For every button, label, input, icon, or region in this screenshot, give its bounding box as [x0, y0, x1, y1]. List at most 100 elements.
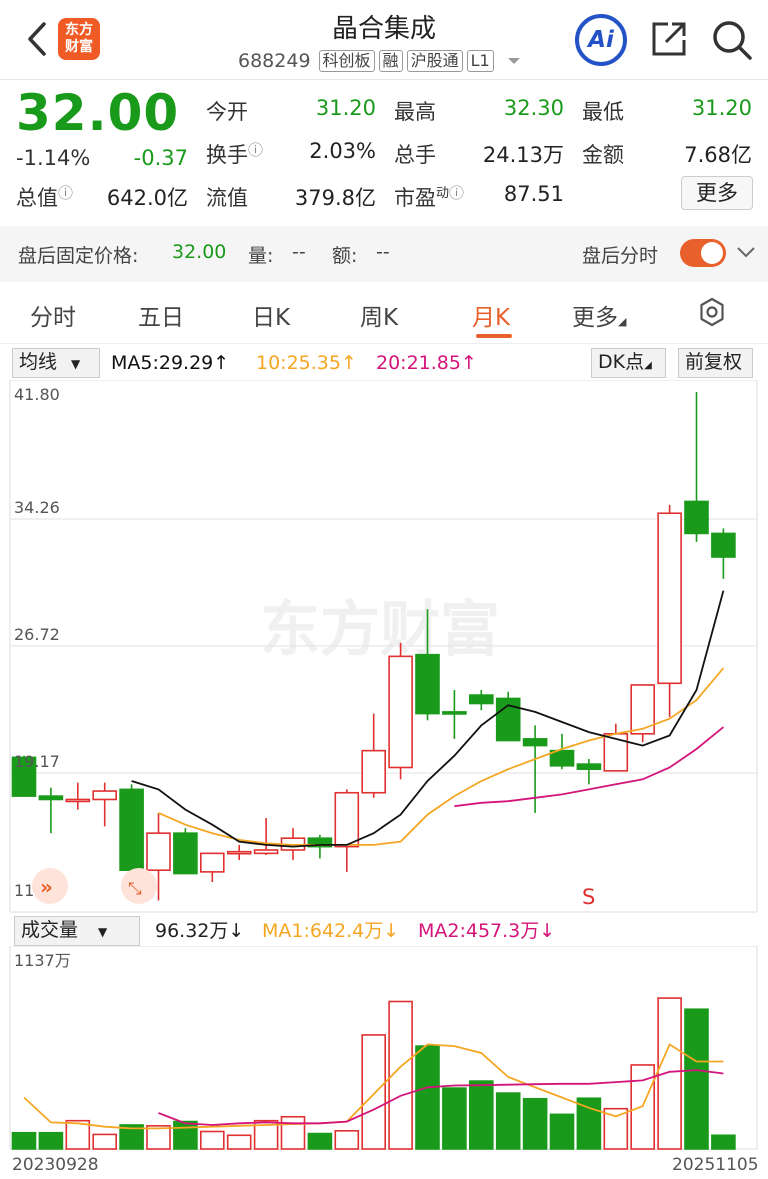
candle[interactable] [576, 759, 602, 785]
volume-bar[interactable] [684, 1008, 709, 1150]
resize-arrows-icon[interactable]: ⤡ [121, 868, 157, 904]
expand-arrows-icon[interactable]: » [32, 868, 68, 904]
candle[interactable] [630, 684, 656, 743]
candle[interactable] [334, 789, 360, 872]
volume-selector[interactable]: 成交量 ▼ [14, 916, 140, 946]
candle[interactable] [253, 817, 279, 856]
ai-button[interactable]: Ai [575, 14, 627, 66]
volume-bar[interactable] [415, 1045, 440, 1150]
candle[interactable] [657, 504, 682, 717]
volume-bar[interactable] [307, 1132, 333, 1150]
candle[interactable] [92, 782, 117, 827]
float-label: 流值 [206, 186, 248, 210]
amount-value: 7.68亿 [684, 143, 752, 167]
more-quote-button[interactable]: 更多 [681, 176, 753, 210]
info-icon[interactable]: ⓘ [449, 184, 464, 202]
volume-bar[interactable] [92, 1133, 117, 1150]
tab-five-day[interactable]: 五日 [138, 298, 184, 332]
after-volume-label: 量: [248, 245, 274, 267]
tag-margin: 融 [378, 50, 403, 72]
turnover-label: 换手ⓘ [206, 141, 264, 167]
candle[interactable] [173, 828, 198, 875]
fixed-price-label: 盘后固定价格: [18, 245, 139, 267]
candle[interactable] [522, 725, 548, 813]
adjust-button[interactable]: 前复权 [678, 348, 753, 378]
x-end-label: 20251105 [672, 1155, 759, 1175]
ma-selector[interactable]: 均线 ▼ [12, 348, 100, 378]
candle[interactable] [65, 782, 91, 810]
candle[interactable] [119, 784, 144, 871]
tag-star-market: 科创板 [318, 50, 375, 72]
change-percent: -1.14% [16, 146, 91, 170]
x-start-label: 20230928 [12, 1155, 99, 1175]
price-tick-label: 34.26 [14, 498, 60, 517]
volume-bar[interactable] [146, 1125, 171, 1150]
candle[interactable] [388, 642, 413, 780]
candle[interactable] [226, 844, 252, 861]
open-label: 今开 [206, 100, 248, 124]
info-icon[interactable]: ⓘ [248, 141, 263, 159]
share-icon[interactable] [648, 18, 690, 64]
volume-bar[interactable] [11, 1131, 37, 1150]
low-label: 最低 [582, 100, 624, 124]
tab-daily-k[interactable]: 日K [252, 298, 290, 332]
candle[interactable] [361, 713, 387, 798]
volume-bar[interactable] [361, 1034, 387, 1150]
candle[interactable] [495, 691, 521, 742]
volume-bar[interactable] [173, 1120, 198, 1150]
volume-bar[interactable] [468, 1080, 494, 1150]
candle[interactable] [603, 723, 629, 772]
candle[interactable] [442, 690, 467, 739]
chevron-down-icon[interactable] [506, 50, 522, 72]
volume-ma1-legend: MA1:642.4万↓ [262, 920, 400, 942]
open-value: 31.20 [315, 96, 376, 120]
volume-ma2-legend: MA2:457.3万↓ [418, 920, 556, 942]
volume-bar[interactable] [226, 1134, 252, 1150]
candle[interactable] [200, 852, 225, 882]
after-hours-bar: 盘后固定价格: 32.00 量: -- 额: -- 盘后分时 [0, 226, 768, 282]
sell-marker: S [582, 885, 595, 909]
chevron-down-icon[interactable] [736, 244, 756, 263]
candle[interactable] [38, 787, 64, 834]
tab-intraday[interactable]: 分时 [30, 298, 76, 332]
candlestick-chart[interactable]: 东方财富 41.8034.2626.7219.1711.63 » ⤡ S [0, 380, 768, 914]
search-icon[interactable] [710, 18, 754, 66]
total-value-label: 总值ⓘ [16, 184, 74, 210]
volume-bar[interactable] [442, 1087, 467, 1150]
price-tick-label: 41.80 [14, 385, 60, 404]
after-amount-value: -- [376, 241, 390, 263]
volume-bar[interactable] [576, 1097, 602, 1150]
corner-triangle-icon: ◢ [618, 315, 627, 328]
after-hours-toggle[interactable] [680, 239, 726, 267]
volume-bar[interactable] [38, 1131, 64, 1150]
candle[interactable] [468, 690, 494, 711]
tab-monthly-k[interactable]: 月K [472, 298, 510, 332]
gear-icon[interactable] [696, 296, 728, 332]
dk-point-button[interactable]: DK点◢ [591, 348, 666, 378]
tab-weekly-k[interactable]: 周K [360, 298, 398, 332]
info-icon[interactable]: ⓘ [58, 184, 73, 202]
turnover-value: 2.03% [309, 139, 376, 163]
volume-bar[interactable] [334, 1130, 360, 1150]
tag-connect: 沪股通 [406, 50, 463, 72]
amount-label: 金额 [582, 143, 624, 167]
volume-bar[interactable] [549, 1113, 575, 1150]
volume-bar[interactable] [495, 1092, 521, 1150]
volume-label: 总手 [394, 143, 436, 167]
active-tab-indicator [476, 334, 512, 338]
volume-bar[interactable] [200, 1130, 225, 1150]
after-volume-value: -- [292, 241, 306, 263]
svg-text:⤡: ⤡ [128, 879, 142, 899]
candle[interactable] [684, 392, 709, 542]
volume-chart[interactable]: 1137万 20230928 20251105 [0, 946, 768, 1179]
volume-bar[interactable] [711, 1134, 736, 1150]
pe-label: 市盈动ⓘ [394, 184, 465, 210]
svg-text:»: » [40, 875, 53, 899]
candle[interactable] [711, 528, 736, 579]
candle[interactable] [307, 834, 333, 859]
volume-bar[interactable] [280, 1115, 306, 1150]
corner-triangle-icon: ◢ [644, 360, 652, 371]
ma10-legend: 10:25.35↑ [256, 352, 357, 374]
volume-bar[interactable] [522, 1097, 548, 1150]
tab-more[interactable]: 更多◢ [572, 298, 626, 332]
